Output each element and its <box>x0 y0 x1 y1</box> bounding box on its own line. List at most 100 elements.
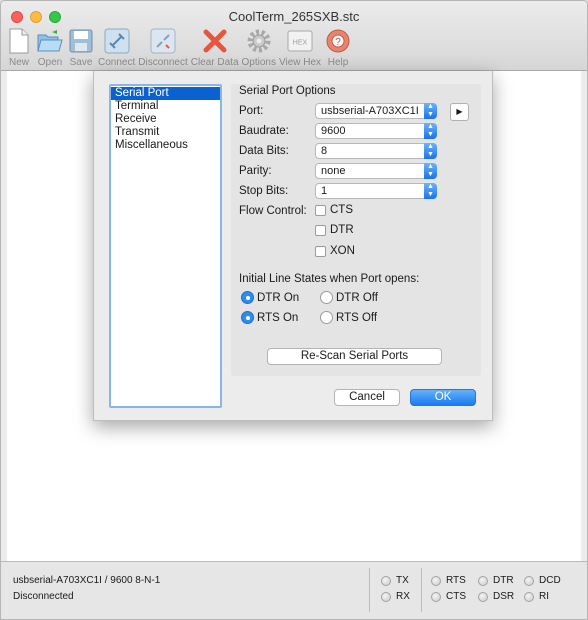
parity-select[interactable]: none ▲ ▼ <box>315 163 437 179</box>
hex-badge-text: HEX <box>293 40 308 47</box>
rx-indicator: RX <box>381 591 410 602</box>
stop-bits-label: Stop Bits: <box>239 185 289 197</box>
dsr-label: DSR <box>493 591 515 602</box>
svg-text:?: ? <box>335 37 341 48</box>
rts-on-label: RTS On <box>257 311 299 324</box>
app-window: CoolTerm_265SXB.stc New Open Save Connec… <box>0 0 588 620</box>
led-icon <box>524 575 534 586</box>
serial-port-options-panel: Serial Port Options Port: usbserial-A703… <box>231 84 481 376</box>
baudrate-select[interactable]: 9600 ▲ ▼ <box>315 123 437 139</box>
radio-dot[interactable] <box>241 291 254 304</box>
port-select[interactable]: usbserial-A703XC1I ▲ ▼ <box>315 103 437 119</box>
updown-arrows-icon: ▲ ▼ <box>424 143 437 159</box>
cts-label: CTS <box>446 591 466 602</box>
disconnect-plug-icon <box>149 27 177 55</box>
title-bar: CoolTerm_265SXB.stc New Open Save Connec… <box>1 1 587 71</box>
view-hex-label: View Hex <box>279 57 322 68</box>
connect-button[interactable]: Connect <box>98 27 135 68</box>
baudrate-value: 9600 <box>321 125 346 137</box>
new-button[interactable]: New <box>5 27 33 68</box>
category-transmit[interactable]: Transmit <box>111 126 220 139</box>
xon-label: XON <box>330 245 355 257</box>
dtr-checkbox[interactable]: DTR <box>315 224 354 236</box>
save-button[interactable]: Save <box>67 27 95 68</box>
floppy-disk-icon <box>67 27 95 55</box>
connection-info: usbserial-A703XC1I / 9600 8-N-1 <box>13 575 161 586</box>
radio-dot[interactable] <box>320 311 333 324</box>
connect-plug-icon <box>103 27 131 55</box>
connection-state: Disconnected <box>13 591 74 602</box>
ri-indicator: RI <box>524 591 549 602</box>
cancel-button[interactable]: Cancel <box>334 389 400 406</box>
save-label: Save <box>69 57 93 68</box>
updown-arrows-icon: ▲ ▼ <box>424 123 437 139</box>
led-icon <box>431 591 441 602</box>
cts-indicator: CTS <box>431 591 466 602</box>
tx-indicator: TX <box>381 575 409 586</box>
options-dialog: Serial Port Terminal Receive Transmit Mi… <box>93 71 493 421</box>
view-hex-button[interactable]: HEX View Hex <box>279 27 321 68</box>
ok-button[interactable]: OK <box>410 389 476 406</box>
rts-off-radio[interactable]: RTS Off <box>320 311 377 324</box>
updown-arrows-icon: ▲ ▼ <box>424 183 437 199</box>
status-divider <box>421 568 422 612</box>
port-menu-button[interactable]: ▶ <box>450 103 469 121</box>
line-states-label: Initial Line States when Port opens: <box>239 273 420 285</box>
category-serial-port[interactable]: Serial Port <box>111 87 220 100</box>
radio-dot[interactable] <box>241 311 254 324</box>
category-miscellaneous[interactable]: Miscellaneous <box>111 139 220 152</box>
tx-label: TX <box>396 575 409 586</box>
led-icon <box>431 575 441 586</box>
checkbox-box[interactable] <box>315 245 326 257</box>
led-icon <box>478 591 488 602</box>
dtr-label: DTR <box>493 575 514 586</box>
data-bits-select[interactable]: 8 ▲ ▼ <box>315 143 437 159</box>
section-title: Serial Port Options <box>239 85 336 97</box>
disconnect-button[interactable]: Disconnect <box>138 27 188 68</box>
rescan-serial-ports-button[interactable]: Re-Scan Serial Ports <box>267 348 442 365</box>
new-document-icon <box>5 27 33 55</box>
category-receive[interactable]: Receive <box>111 113 220 126</box>
options-label: Options <box>241 57 276 68</box>
rts-on-radio[interactable]: RTS On <box>241 311 298 324</box>
dtr-indicator: DTR <box>478 575 514 586</box>
dtr-on-radio[interactable]: DTR On <box>241 291 299 304</box>
category-terminal[interactable]: Terminal <box>111 100 220 113</box>
updown-arrows-icon: ▲ ▼ <box>424 103 437 119</box>
radio-dot[interactable] <box>320 291 333 304</box>
new-label: New <box>8 57 29 68</box>
dcd-indicator: DCD <box>524 575 561 586</box>
checkbox-box[interactable] <box>315 224 326 236</box>
connect-label: Connect <box>98 57 136 68</box>
clear-data-button[interactable]: Clear Data <box>191 27 239 68</box>
rx-label: RX <box>396 591 410 602</box>
xon-checkbox[interactable]: XON <box>315 245 355 257</box>
cts-checkbox[interactable]: CTS <box>315 204 353 216</box>
open-button[interactable]: Open <box>36 27 64 68</box>
rts-off-label: RTS Off <box>336 311 378 324</box>
stop-bits-value: 1 <box>321 185 328 197</box>
help-label: Help <box>327 57 349 68</box>
port-label: Port: <box>239 105 264 117</box>
dtr-off-radio[interactable]: DTR Off <box>320 291 378 304</box>
led-icon <box>381 591 391 602</box>
category-list[interactable]: Serial Port Terminal Receive Transmit Mi… <box>109 84 222 408</box>
window-title: CoolTerm_265SXB.stc <box>228 9 360 24</box>
rts-label: RTS <box>446 575 466 586</box>
disconnect-label: Disconnect <box>138 57 188 68</box>
parity-value: none <box>321 165 346 177</box>
stop-bits-select[interactable]: 1 ▲ ▼ <box>315 183 437 199</box>
led-icon <box>524 591 534 602</box>
updown-arrows-icon: ▲ ▼ <box>424 163 437 179</box>
toolbar: New Open Save Connect Disconnect Clear D… <box>5 27 355 68</box>
gear-icon <box>245 27 273 55</box>
open-folder-icon <box>36 27 64 55</box>
help-button[interactable]: ? Help <box>324 27 352 68</box>
clear-data-label: Clear Data <box>190 57 239 68</box>
ri-label: RI <box>539 591 549 602</box>
status-bar: usbserial-A703XC1I / 9600 8-N-1 Disconne… <box>1 561 587 619</box>
checkbox-box[interactable] <box>315 204 326 216</box>
options-button[interactable]: Options <box>242 27 276 68</box>
dsr-indicator: DSR <box>478 591 514 602</box>
baudrate-label: Baudrate: <box>239 125 289 137</box>
